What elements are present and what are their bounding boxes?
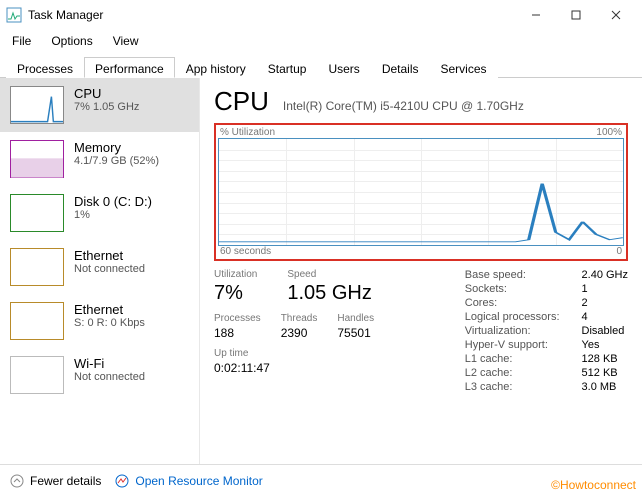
memory-thumb (10, 140, 64, 178)
sidebar-item-wifi[interactable]: Wi-FiNot connected (0, 348, 199, 402)
footer: Fewer details Open Resource Monitor ©How… (0, 464, 642, 496)
tab-details[interactable]: Details (371, 57, 430, 78)
l1-v: 128 KB (582, 353, 628, 365)
proc-value: 188 (214, 326, 261, 340)
disk-title: Disk 0 (C: D:) (74, 194, 152, 209)
l2-v: 512 KB (582, 367, 628, 379)
core-v: 2 (582, 297, 628, 309)
menubar: File Options View (0, 30, 642, 52)
ethernet0-sub: Not connected (74, 263, 145, 275)
sidebar-item-ethernet-1[interactable]: EthernetS: 0 R: 0 Kbps (0, 294, 199, 348)
resource-monitor-icon (115, 474, 129, 488)
base-v: 2.40 GHz (582, 269, 628, 281)
virt-k: Virtualization: (465, 325, 560, 337)
cpu-thumb (10, 86, 64, 124)
close-button[interactable] (596, 1, 636, 29)
thr-value: 2390 (281, 326, 318, 340)
task-manager-icon (6, 7, 22, 23)
tab-users[interactable]: Users (317, 57, 370, 78)
tab-performance[interactable]: Performance (84, 57, 175, 78)
proc-label: Processes (214, 313, 261, 324)
menu-view[interactable]: View (105, 32, 147, 50)
cpu-info-table: Base speed: 2.40 GHz Sockets: 1 Cores: 2 Lo… (465, 269, 628, 393)
open-resource-monitor-label: Open Resource Monitor (135, 474, 262, 488)
fewer-details-label: Fewer details (30, 474, 101, 488)
sidebar-item-cpu[interactable]: CPU7% 1.05 GHz (0, 78, 199, 132)
chart-container: % Utilization 100% (214, 123, 628, 261)
cpu-model: Intel(R) Core(TM) i5-4210U CPU @ 1.70GHz (283, 99, 524, 113)
chart-label-bl: 60 seconds (220, 246, 271, 257)
memory-sub: 4.1/7.9 GB (52%) (74, 155, 159, 167)
uptime-value: 0:02:11:47 (214, 361, 425, 375)
sock-v: 1 (582, 283, 628, 295)
watermark: ©Howtoconnect (551, 478, 636, 492)
sock-k: Sockets: (465, 283, 560, 295)
lp-v: 4 (582, 311, 628, 323)
hv-k: Hyper-V support: (465, 339, 560, 351)
menu-options[interactable]: Options (43, 32, 100, 50)
sidebar-item-ethernet-0[interactable]: EthernetNot connected (0, 240, 199, 294)
base-k: Base speed: (465, 269, 560, 281)
page-title: CPU (214, 86, 269, 117)
utilization-chart (218, 138, 624, 246)
tab-services[interactable]: Services (430, 57, 498, 78)
main-panel: CPU Intel(R) Core(TM) i5-4210U CPU @ 1.7… (200, 78, 642, 464)
chevron-up-circle-icon (10, 474, 24, 488)
speed-value: 1.05 GHz (287, 282, 371, 305)
ethernet1-sub: S: 0 R: 0 Kbps (74, 317, 145, 329)
disk-thumb (10, 194, 64, 232)
chart-label-br: 0 (616, 246, 622, 257)
l2-k: L2 cache: (465, 367, 560, 379)
content-area: CPU7% 1.05 GHz Memory4.1/7.9 GB (52%) Di… (0, 78, 642, 464)
wifi-thumb (10, 356, 64, 394)
virt-v: Disabled (582, 325, 628, 337)
wifi-sub: Not connected (74, 371, 145, 383)
l1-k: L1 cache: (465, 353, 560, 365)
tab-app-history[interactable]: App history (175, 57, 257, 78)
chart-label-tl: % Utilization (220, 127, 275, 138)
sidebar-item-memory[interactable]: Memory4.1/7.9 GB (52%) (0, 132, 199, 186)
tab-processes[interactable]: Processes (6, 57, 84, 78)
thr-label: Threads (281, 313, 318, 324)
hv-v: Yes (582, 339, 628, 351)
chart-label-tr: 100% (596, 127, 622, 138)
disk-sub: 1% (74, 209, 152, 221)
util-value: 7% (214, 282, 257, 305)
ethernet0-title: Ethernet (74, 248, 145, 263)
fewer-details-button[interactable]: Fewer details (10, 474, 101, 488)
wifi-title: Wi-Fi (74, 356, 145, 371)
memory-title: Memory (74, 140, 159, 155)
uptime-label: Up time (214, 348, 425, 359)
titlebar: Task Manager (0, 0, 642, 30)
open-resource-monitor-button[interactable]: Open Resource Monitor (115, 474, 262, 488)
l3-k: L3 cache: (465, 381, 560, 393)
ethernet1-title: Ethernet (74, 302, 145, 317)
core-k: Cores: (465, 297, 560, 309)
tab-bar: Processes Performance App history Startu… (0, 52, 642, 78)
menu-file[interactable]: File (4, 32, 39, 50)
cpu-title: CPU (74, 86, 139, 101)
maximize-button[interactable] (556, 1, 596, 29)
tab-startup[interactable]: Startup (257, 57, 318, 78)
hnd-value: 75501 (337, 326, 374, 340)
hnd-label: Handles (337, 313, 374, 324)
resource-sidebar: CPU7% 1.05 GHz Memory4.1/7.9 GB (52%) Di… (0, 78, 200, 464)
cpu-sub: 7% 1.05 GHz (74, 101, 139, 113)
ethernet1-thumb (10, 302, 64, 340)
window-controls (516, 1, 636, 29)
speed-label: Speed (287, 269, 371, 280)
lp-k: Logical processors: (465, 311, 560, 323)
minimize-button[interactable] (516, 1, 556, 29)
l3-v: 3.0 MB (582, 381, 628, 393)
window-title: Task Manager (28, 8, 516, 22)
ethernet0-thumb (10, 248, 64, 286)
sidebar-item-disk[interactable]: Disk 0 (C: D:)1% (0, 186, 199, 240)
util-label: Utilization (214, 269, 257, 280)
